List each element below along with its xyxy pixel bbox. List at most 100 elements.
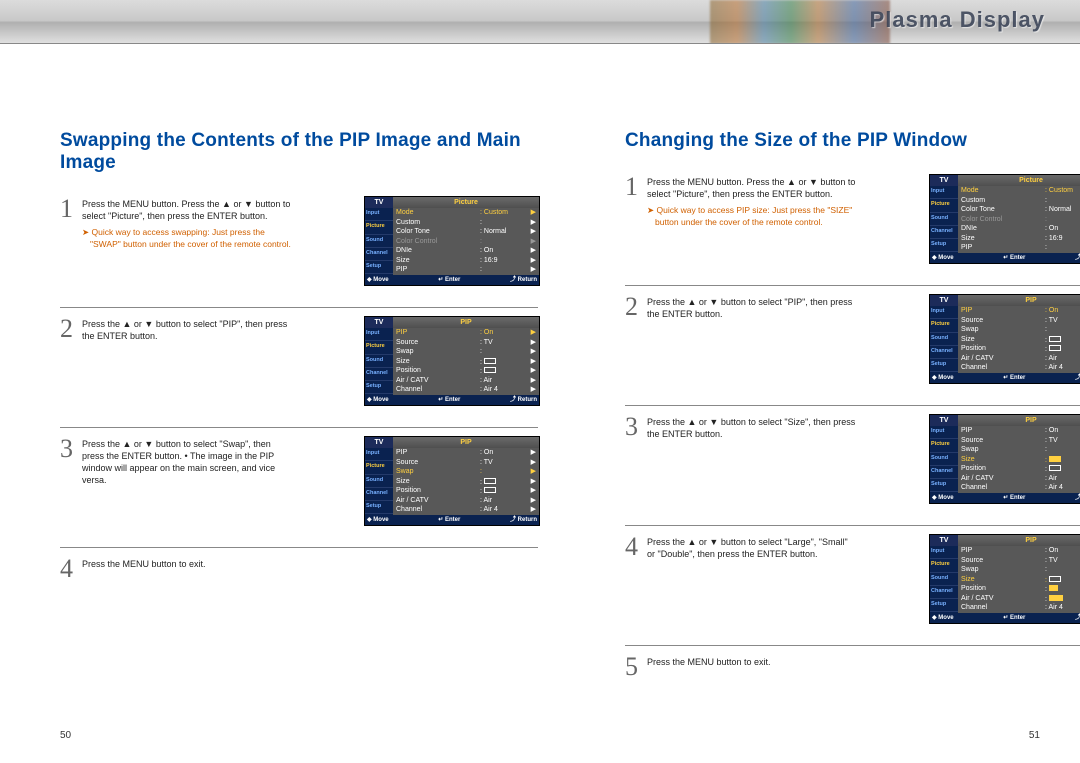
osd-row-v: Air 4 bbox=[1045, 483, 1080, 493]
position-icon bbox=[484, 367, 496, 373]
osd-row-k: DNIe bbox=[961, 224, 1045, 234]
separator bbox=[625, 525, 1080, 526]
right-step-1: 1 Press the MENU button. Press the ▲ or … bbox=[625, 174, 1080, 279]
chevron-right-icon: ▶ bbox=[528, 347, 536, 357]
osd-picture-menu: TVPicture Input Picture Sound Channel Se… bbox=[929, 174, 1080, 264]
osd-row-k: PIP bbox=[396, 265, 480, 275]
chevron-right-icon: ▶ bbox=[528, 385, 536, 395]
osd-pip-size-open-menu: TVPIP Input Picture Sound Channel Setup … bbox=[929, 534, 1080, 624]
osd-row-k: Custom bbox=[396, 218, 480, 228]
move-icon: ◆ bbox=[932, 375, 937, 381]
chevron-right-icon: ▶ bbox=[528, 486, 536, 496]
step-number: 4 bbox=[60, 556, 82, 582]
chevron-right-icon: ▶ bbox=[528, 505, 536, 515]
move-icon: ◆ bbox=[932, 255, 937, 261]
osd-rows: PIPOn▶ SourceTV▶ Swap▶ Size▶ Position▶ A… bbox=[958, 426, 1080, 493]
osd-row-k: Custom bbox=[961, 196, 1045, 206]
osd-tab-setup: Setup bbox=[365, 261, 393, 274]
osd-row-k: Source bbox=[961, 316, 1045, 326]
osd-row-v: Air bbox=[1045, 474, 1080, 484]
osd-row-v: TV bbox=[480, 458, 528, 468]
osd-row-v: Air bbox=[480, 496, 528, 506]
osd-row-k: Position bbox=[396, 486, 480, 496]
osd-row-k: Air / CATV bbox=[961, 354, 1045, 364]
osd-row-v: TV bbox=[1045, 436, 1080, 446]
move-icon: ◆ bbox=[367, 397, 372, 403]
size-small-icon bbox=[1049, 585, 1058, 591]
osd-row-k: Channel bbox=[396, 505, 480, 515]
osd-row-v: 16:9 bbox=[480, 256, 528, 266]
osd-tab: Channel bbox=[930, 586, 958, 599]
move-icon: ◆ bbox=[932, 615, 937, 621]
osd-row-k: Air / CATV bbox=[396, 496, 480, 506]
osd-row-v bbox=[1045, 335, 1080, 345]
osd-row-k: Swap bbox=[961, 325, 1045, 335]
osd-row-k: Source bbox=[961, 436, 1045, 446]
osd-tab: Picture bbox=[930, 439, 958, 452]
footer-text: Enter bbox=[1010, 495, 1025, 501]
osd-row-v: Air 4 bbox=[1045, 603, 1080, 613]
separator bbox=[625, 645, 1080, 646]
osd-row-v bbox=[480, 477, 528, 487]
osd-sidebar: Input Picture Sound Channel Setup bbox=[365, 208, 393, 275]
osd-tab: Setup bbox=[930, 239, 958, 252]
return-icon: ⤴ bbox=[1075, 375, 1080, 381]
step-number: 1 bbox=[60, 196, 82, 222]
osd-row-v: On bbox=[480, 328, 528, 338]
size-icon bbox=[1049, 336, 1061, 342]
osd-row-k: Size bbox=[961, 335, 1045, 345]
osd-row-v: Normal bbox=[480, 227, 528, 237]
osd-row-k: Size bbox=[396, 256, 480, 266]
osd-row-v: Custom bbox=[480, 208, 528, 218]
osd-row-k: Size bbox=[396, 477, 480, 487]
return-icon: ⤴ bbox=[510, 517, 516, 523]
osd-tab: Sound bbox=[930, 573, 958, 586]
osd-row-k: Color Tone bbox=[961, 205, 1045, 215]
right-step-5: 5 Press the MENU button to exit. bbox=[625, 654, 1080, 686]
separator bbox=[60, 427, 538, 428]
footer-text: Enter bbox=[1010, 375, 1025, 381]
osd-row-v bbox=[480, 347, 528, 357]
footer-text: Enter bbox=[445, 517, 460, 523]
osd-label-title: Picture bbox=[393, 197, 539, 208]
footer-text: Enter bbox=[445, 397, 460, 403]
osd-tab: Setup bbox=[365, 501, 393, 514]
step-text: Press the ▲ or ▼ button to select "Size"… bbox=[647, 414, 857, 440]
osd-row-v bbox=[1045, 455, 1080, 465]
osd-row-v: Air 4 bbox=[480, 505, 528, 515]
step-text: Press the MENU button. Press the ▲ or ▼ … bbox=[647, 174, 857, 228]
osd-row-v: On bbox=[1045, 546, 1080, 556]
osd-rows: ModeCustom▶ Custom▶ Color ToneNormal▶ Co… bbox=[958, 186, 1080, 253]
osd-footer: ◆ Move ↵ Enter ⤴ Return bbox=[930, 373, 1080, 383]
right-step-3: 3 Press the ▲ or ▼ button to select "Siz… bbox=[625, 414, 1080, 519]
separator bbox=[60, 307, 538, 308]
step-number: 2 bbox=[60, 316, 82, 342]
chevron-right-icon: ▶ bbox=[528, 357, 536, 367]
osd-rows: PIPOn SourceTV Swap Size Position Air / … bbox=[958, 546, 1080, 613]
osd-row-v: Air 4 bbox=[480, 385, 528, 395]
position-icon bbox=[484, 487, 496, 493]
size-icon bbox=[484, 478, 496, 484]
osd-row-v bbox=[480, 467, 528, 477]
quick-tip: Quick way to access swapping: Just press… bbox=[82, 227, 292, 250]
return-icon: ⤴ bbox=[1075, 615, 1080, 621]
osd-row-v bbox=[480, 357, 528, 367]
osd-tab: Setup bbox=[930, 359, 958, 372]
osd-row-k: Size bbox=[961, 234, 1045, 244]
osd-label-title: PIP bbox=[958, 295, 1080, 306]
step-text: Press the ▲ or ▼ button to select "PIP",… bbox=[82, 316, 292, 342]
osd-sidebar: Input Picture Sound Channel Setup bbox=[930, 306, 958, 373]
osd-row-k: Position bbox=[961, 464, 1045, 474]
return-icon: ⤴ bbox=[1075, 255, 1080, 261]
chevron-right-icon: ▶ bbox=[528, 467, 536, 477]
chevron-right-icon: ▶ bbox=[528, 477, 536, 487]
footer-move: ◆ Move bbox=[367, 275, 389, 285]
osd-tab: Input bbox=[930, 426, 958, 439]
osd-pip-menu: TVPIP Input Picture Sound Channel Setup … bbox=[929, 294, 1080, 384]
osd-row-k: Color Control bbox=[961, 215, 1045, 225]
osd-row-k: Color Tone bbox=[396, 227, 480, 237]
osd-row-v: TV bbox=[1045, 556, 1080, 566]
chevron-right-icon: ▶ bbox=[528, 256, 536, 266]
chevron-right-icon: ▶ bbox=[528, 448, 536, 458]
osd-label-tv: TV bbox=[930, 535, 958, 546]
